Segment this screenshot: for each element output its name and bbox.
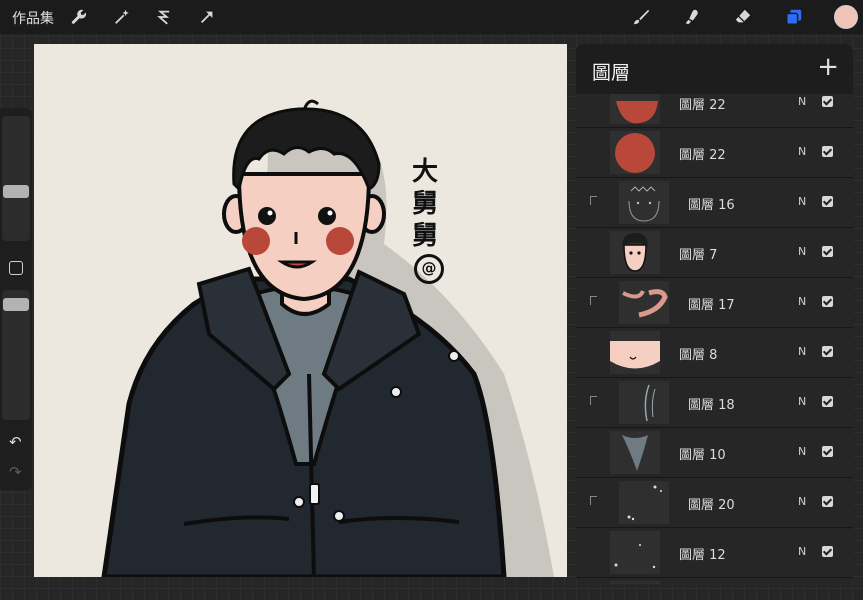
layer-name: 圖層 8 [679,348,718,363]
color-swatch[interactable] [834,5,858,29]
wrench-icon[interactable] [67,5,91,29]
layer-name: 圖層 16 [688,198,735,213]
signature-mark: @ [414,254,444,284]
layer-row[interactable]: 圖層 8 N [576,328,853,378]
layer-row[interactable] [576,578,853,584]
layer-row[interactable]: 圖層 22 N [576,128,853,178]
layer-thumbnail [610,431,660,474]
eraser-icon[interactable] [731,5,755,29]
layer-row[interactable]: 圖層 17 N [576,278,853,328]
title-char-1: 大 [411,157,438,187]
layer-thumbnail [610,581,660,584]
blend-mode[interactable]: N [798,245,806,258]
layer-thumbnail [610,231,660,274]
opacity-thumb[interactable] [3,298,29,311]
layer-visibility-checkbox[interactable] [822,446,833,457]
blend-mode[interactable]: N [798,445,806,458]
canvas-title-text: 大 舅 舅 [408,156,442,252]
layer-thumbnail [610,331,660,374]
layer-thumbnail [619,281,669,324]
layer-name: 圖層 22 [679,148,726,163]
layer-thumbnail [619,381,669,424]
layer-visibility-checkbox[interactable] [822,96,833,107]
layer-name: 圖層 20 [688,498,735,513]
layer-visibility-checkbox[interactable] [822,296,833,307]
blend-mode[interactable]: N [798,295,806,308]
layer-name: 圖層 18 [688,398,735,413]
layers-panel: 圖層 + 圖層 22 N 圖層 + 圖層 22 N 圖層 16 N 圖層 7 [576,44,853,584]
layer-name: 圖層 7 [679,248,718,263]
layer-thumbnail [610,531,660,574]
layer-visibility-checkbox[interactable] [822,396,833,407]
layer-visibility-checkbox[interactable] [822,496,833,507]
modify-button[interactable] [9,261,23,275]
layer-row[interactable]: 圖層 12 N [576,528,853,578]
smudge-icon[interactable] [680,5,704,29]
clipping-mask-icon [590,396,597,405]
layer-row[interactable]: 圖層 20 N [576,478,853,528]
blend-mode[interactable]: N [798,195,806,208]
clipping-mask-icon [590,196,597,205]
brush-icon[interactable] [629,5,653,29]
drawing-canvas[interactable]: 大 舅 舅 @ [34,44,567,577]
selection-icon[interactable] [152,5,176,29]
opacity-slider[interactable] [2,290,30,420]
layers-title-overlay: 圖層 [592,62,631,84]
brush-size-thumb[interactable] [3,185,29,198]
layer-name: 圖層 12 [679,548,726,563]
layer-visibility-checkbox[interactable] [822,146,833,157]
blend-mode[interactable]: N [798,395,806,408]
left-sidebar: ↶ ↷ [0,108,32,490]
portrait-illustration [101,99,554,577]
layer-row[interactable]: 圖層 7 N [576,228,853,278]
gallery-button[interactable]: 作品集 [12,8,54,28]
layer-row[interactable]: 圖層 18 N [576,378,853,428]
blend-mode[interactable]: N [798,345,806,358]
layer-thumbnail [619,181,669,224]
layer-thumbnail [619,481,669,524]
add-layer-button[interactable]: + [817,54,839,80]
top-toolbar: 作品集 [0,0,863,34]
layer-visibility-checkbox[interactable] [822,246,833,257]
layer-visibility-checkbox[interactable] [822,346,833,357]
clipping-mask-icon [590,296,597,305]
magic-wand-icon[interactable] [110,5,134,29]
layer-row[interactable]: 圖層 10 N [576,428,853,478]
layer-visibility-checkbox[interactable] [822,196,833,207]
blend-mode[interactable]: N [798,95,806,108]
title-char-2: 舅 [411,189,438,219]
layer-visibility-checkbox[interactable] [822,546,833,557]
blend-mode[interactable]: N [798,545,806,558]
layers-icon[interactable] [782,5,806,29]
brush-size-slider[interactable] [2,116,30,241]
clipping-mask-icon [590,496,597,505]
layer-thumbnail [610,131,660,174]
layer-row[interactable]: 圖層 16 N [576,178,853,228]
layer-name: 圖層 17 [688,298,735,313]
title-char-3: 舅 [411,221,438,251]
layer-name: 圖層 10 [679,448,726,463]
blend-mode[interactable]: N [798,495,806,508]
layer-name: 圖層 22 [679,98,726,113]
transform-arrow-icon[interactable] [195,5,219,29]
blend-mode[interactable]: N [798,145,806,158]
undo-icon[interactable]: ↶ [9,433,22,451]
redo-icon[interactable]: ↷ [9,463,22,481]
